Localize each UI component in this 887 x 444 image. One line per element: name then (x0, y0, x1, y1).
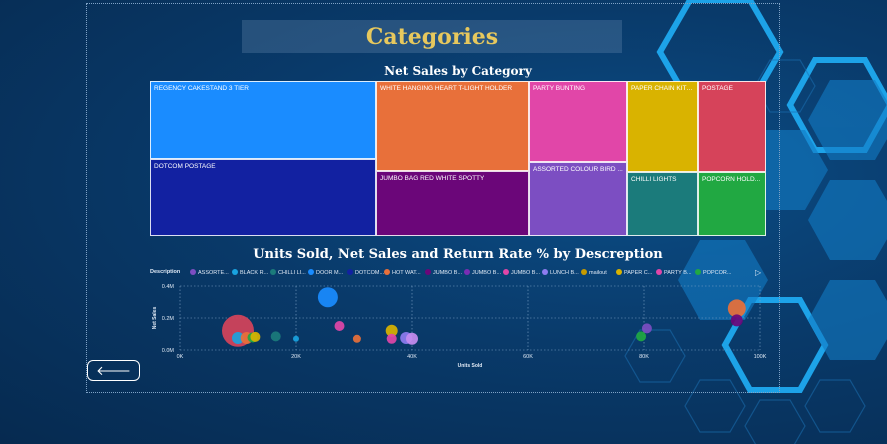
y-tick-label: 0.0M (162, 348, 175, 354)
scatter-point[interactable] (270, 331, 281, 342)
legend-item[interactable]: mailout (581, 269, 607, 276)
scatter-grid (179, 285, 761, 351)
x-tick-label: 60K (523, 354, 533, 360)
scatter-point[interactable] (317, 287, 338, 308)
arrow-left-icon: 🡐 (96, 362, 131, 378)
y-tick-label: 0.4M (162, 284, 175, 290)
x-tick-label: 20K (291, 354, 301, 360)
legend-dot (464, 269, 470, 275)
treemap-tile-label: ASSORTED COLOUR BIRD ... (533, 166, 623, 173)
treemap-tile-label: POPCORN HOLD... (702, 176, 761, 183)
treemap-title: Net Sales by Category (384, 64, 532, 78)
legend-item[interactable]: JUMBO B... (425, 269, 462, 276)
treemap-tile-label: JUMBO BAG RED WHITE SPOTTY (380, 175, 485, 182)
scatter-point[interactable] (250, 331, 261, 342)
treemap-tile[interactable]: POPCORN HOLD... (698, 172, 766, 236)
treemap-tile[interactable]: REGENCY CAKESTAND 3 TIER (150, 81, 376, 159)
legend-item[interactable]: POPCOR... (695, 269, 731, 276)
treemap-tile[interactable]: JUMBO BAG RED WHITE SPOTTY (376, 171, 529, 236)
treemap-tile[interactable]: PARTY BUNTING (529, 81, 627, 162)
treemap-tile-label: CHILLI LIGHTS (631, 176, 677, 183)
scatter-points (222, 287, 746, 347)
legend-item[interactable]: DOTCOM... (347, 269, 384, 276)
legend-dot (347, 269, 353, 275)
legend-title: Description (150, 269, 181, 275)
legend-dot (656, 269, 662, 275)
scatter-point[interactable] (730, 314, 743, 327)
legend-dot (503, 269, 509, 275)
net-sales-treemap: REGENCY CAKESTAND 3 TIER DOTCOM POSTAGE … (150, 81, 766, 236)
back-button[interactable]: 🡐 (87, 360, 140, 381)
legend-item[interactable]: PAPER C... (616, 269, 652, 276)
scatter-point[interactable] (386, 333, 397, 344)
treemap-tile-label: REGENCY CAKESTAND 3 TIER (154, 85, 249, 92)
legend-item[interactable]: HOT WAT... (384, 269, 421, 276)
treemap-tile[interactable]: CHILLI LIGHTS (627, 172, 698, 236)
treemap-tile[interactable]: POSTAGE (698, 81, 766, 172)
legend-dot (308, 269, 314, 275)
scatter-point[interactable] (293, 335, 299, 342)
legend-item[interactable]: LUNCH B... (542, 269, 579, 276)
x-tick-label: 0K (177, 354, 184, 360)
treemap-tile[interactable]: PAPER CHAIN KIT S... (627, 81, 698, 172)
x-axis-label: Units Sold (458, 363, 483, 369)
legend-dot (384, 269, 390, 275)
x-tick-label: 40K (407, 354, 417, 360)
treemap-tile[interactable]: DOTCOM POSTAGE (150, 159, 376, 236)
scatter-legend: Description ASSORTE... BLACK R... CHILLI… (150, 268, 760, 278)
legend-dot (190, 269, 196, 275)
legend-item[interactable]: BLACK R... (232, 269, 268, 276)
scatter-title: Units Sold, Net Sales and Return Rate % … (253, 247, 663, 262)
scatter-point[interactable] (334, 321, 345, 331)
treemap-tile-label: PAPER CHAIN KIT S... (631, 85, 694, 92)
legend-dot (270, 269, 276, 275)
scatter-point[interactable] (636, 331, 647, 342)
legend-dot (616, 269, 622, 275)
scatter-plot: 0.0M 0.2M 0.4M 0K 20K 40K 60K 80K 100K Units Sold… (152, 284, 767, 369)
page-title-banner: Categories (242, 20, 622, 53)
legend-item[interactable]: JUMBO B... (464, 269, 501, 276)
legend-item[interactable]: ASSORTE... (190, 269, 229, 276)
legend-next-arrow-icon[interactable]: ▷ (755, 268, 761, 277)
legend-dot (695, 269, 701, 275)
y-axis-label: Net Sales (152, 307, 158, 330)
treemap-tile-label: POSTAGE (702, 85, 733, 92)
treemap-tile-label: PARTY BUNTING (533, 85, 586, 92)
scatter-point[interactable] (352, 334, 361, 343)
legend-item[interactable]: PARTY B... (656, 269, 692, 276)
treemap-tile-label: WHITE HANGING HEART T-LIGHT HOLDER (380, 85, 513, 92)
y-tick-label: 0.2M (162, 316, 175, 322)
treemap-tile[interactable]: ASSORTED COLOUR BIRD ... (529, 162, 627, 236)
x-tick-label: 100K (754, 354, 767, 360)
legend-item[interactable]: JUMBO B... (503, 269, 540, 276)
x-tick-label: 80K (639, 354, 649, 360)
legend-dot (232, 269, 238, 275)
treemap-tile[interactable]: WHITE HANGING HEART T-LIGHT HOLDER (376, 81, 529, 171)
scatter-point[interactable] (641, 323, 652, 334)
page-title: Categories (365, 23, 499, 50)
legend-item[interactable]: DOOR M... (308, 269, 343, 276)
legend-dot (425, 269, 431, 275)
scatter-point[interactable] (406, 332, 418, 345)
legend-dot (581, 269, 587, 275)
legend-item[interactable]: CHILLI LI... (270, 269, 306, 276)
legend-dot (542, 269, 548, 275)
treemap-tile-label: DOTCOM POSTAGE (154, 163, 216, 170)
